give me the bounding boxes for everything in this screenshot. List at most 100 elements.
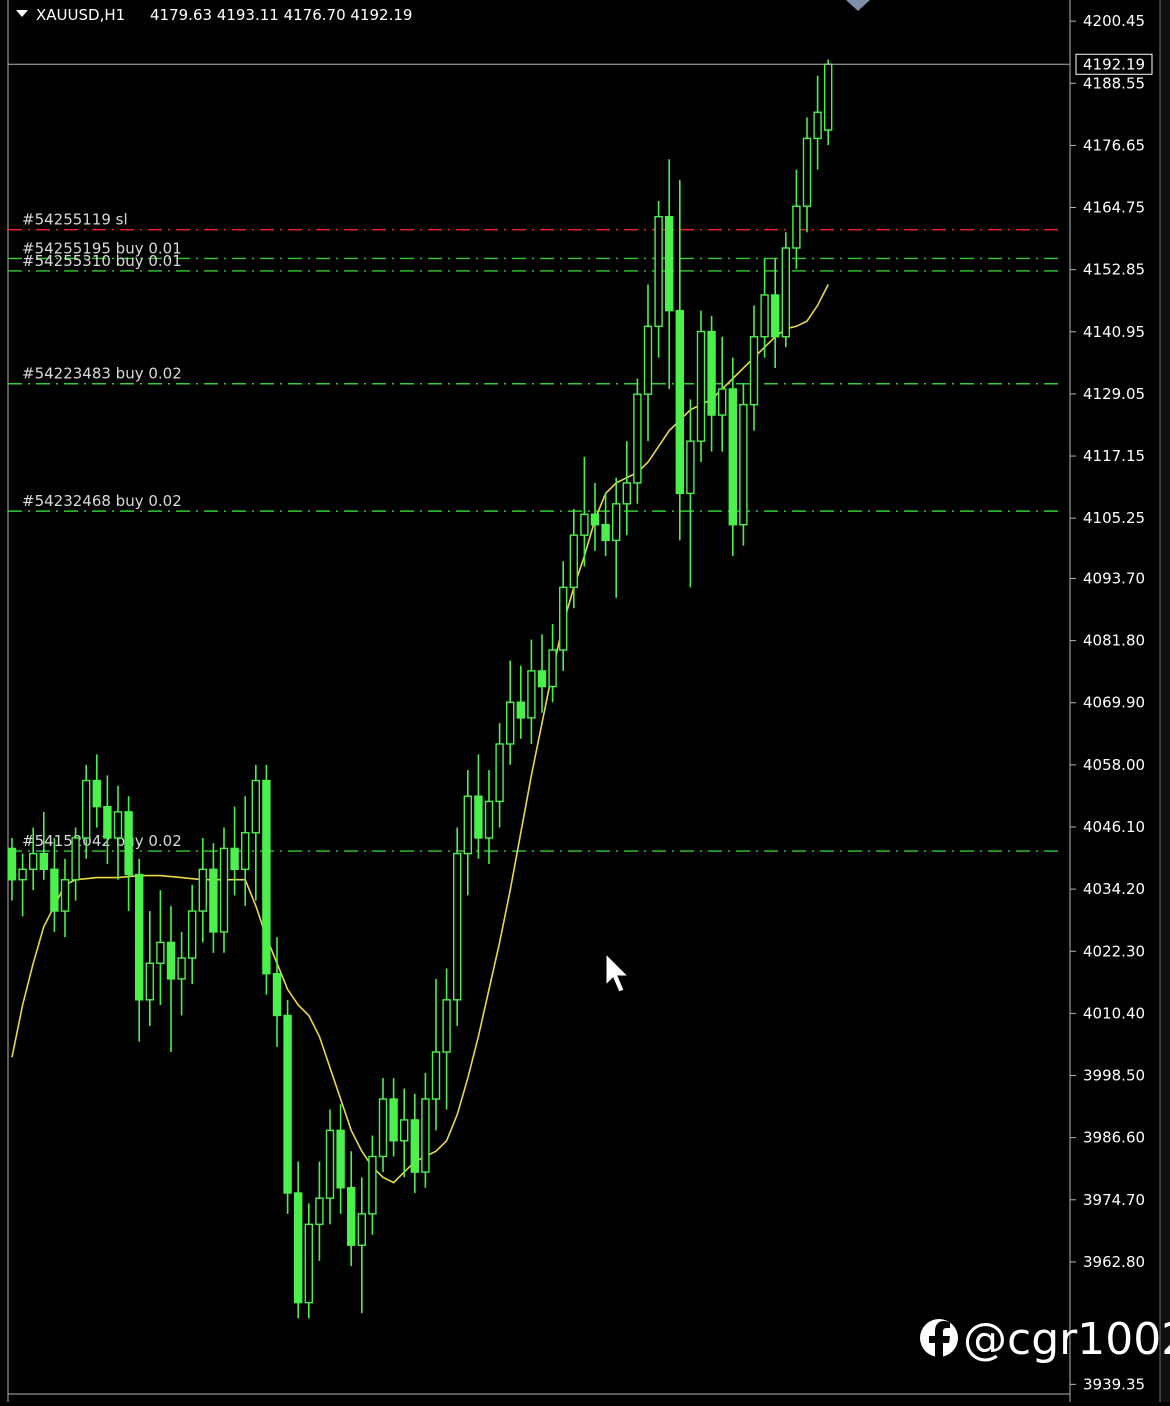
candle-body-bull	[187, 910, 197, 959]
watermark-handle: @cgr1002	[963, 1314, 1170, 1365]
candle-body-bull	[559, 586, 568, 651]
candle-body-bull	[431, 1051, 441, 1100]
candle-body-bull	[156, 941, 165, 964]
candle-body-bear	[7, 847, 17, 881]
candle-body-bear	[272, 973, 282, 1017]
price-tick-label: 4117.15	[1083, 447, 1145, 465]
candle-body-bull	[718, 388, 727, 416]
order-line-label: #54152042 buy 0.02	[22, 832, 182, 850]
candle-body-bull	[357, 1213, 366, 1246]
price-tick-label: 4022.30	[1083, 942, 1145, 960]
candle-body-bear	[166, 941, 176, 980]
right-edge-panel	[1160, 0, 1170, 1402]
price-tick-label: 4081.80	[1083, 632, 1145, 650]
order-line-label: #54232468 buy 0.02	[22, 492, 182, 510]
price-tick-label: 4010.40	[1083, 1004, 1145, 1022]
candle-body-bull	[442, 999, 451, 1053]
candle-body-bull	[18, 868, 27, 881]
price-chart[interactable]: #54255119 sl#54255195 buy 0.01#54255310 …	[0, 0, 1170, 1402]
candle-body-bull	[60, 879, 70, 912]
candle-body-bear	[262, 779, 271, 975]
candle-body-bear	[124, 811, 133, 876]
candle-body-bull	[421, 1098, 430, 1173]
order-line-label: #54255310 buy 0.01	[22, 252, 182, 270]
candle-body-bear	[92, 779, 102, 808]
candle-body-bear	[39, 852, 48, 870]
candle-body-bear	[347, 1187, 356, 1246]
candle-body-bull	[71, 837, 80, 881]
candle-body-bull	[506, 701, 515, 745]
candle-body-bear	[537, 670, 547, 688]
candle-body-bull	[495, 743, 504, 803]
candle-body-bull	[792, 205, 801, 249]
candle-body-bull	[251, 779, 261, 834]
price-tick-label: 4046.10	[1083, 818, 1145, 836]
candle-body-bull	[219, 847, 229, 933]
candle-body-bear	[601, 524, 610, 542]
price-tick-label: 4164.75	[1083, 199, 1145, 217]
candle-body-bear	[590, 513, 600, 526]
candle-body-bull	[400, 1119, 409, 1142]
candle	[739, 383, 748, 546]
candle-body-bull	[749, 336, 759, 406]
candle	[262, 764, 271, 995]
candle-body-bull	[463, 795, 472, 855]
ohlc-readout: 4179.63 4193.11 4176.70 4192.19	[150, 6, 412, 24]
candle-body-bull	[145, 962, 155, 1001]
candle-body-bear	[50, 868, 59, 912]
price-tick-label: 4152.85	[1083, 261, 1145, 279]
candle-body-bear	[675, 309, 684, 495]
candle-body-bull	[484, 800, 494, 839]
chart-window[interactable]: #54255119 sl #54255195 buy 0.01 #54255310 …	[0, 0, 1170, 1402]
symbol-timeframe: XAUUSD,H1	[36, 6, 125, 24]
candle-body-bull	[622, 482, 631, 505]
candle	[781, 232, 790, 348]
candle-body-bull	[304, 1223, 313, 1304]
price-tick-label: 4034.20	[1083, 880, 1145, 898]
candle-body-bull	[612, 503, 621, 542]
candle-body-bull	[654, 215, 663, 328]
candle	[453, 827, 462, 1026]
candle-body-bull	[198, 868, 208, 912]
price-tick-label: 4093.70	[1083, 569, 1145, 587]
candle-body-bear	[707, 330, 716, 416]
candle-body-bull	[177, 957, 186, 980]
candle	[283, 999, 292, 1214]
candle-body-bull	[802, 137, 812, 207]
price-tick-label: 3974.70	[1083, 1191, 1145, 1209]
candle-body-bear	[771, 294, 780, 338]
candle-body-bull	[453, 852, 462, 1001]
candle-body-bear	[474, 795, 483, 839]
candle-body-bear	[283, 1014, 292, 1194]
candle-body-bear	[103, 805, 112, 839]
candle-body-bull	[368, 1155, 377, 1215]
candle-body-bear	[728, 388, 737, 526]
candle-body-bull	[813, 111, 822, 140]
candle-body-bull	[760, 294, 769, 338]
candle-body-bear	[134, 873, 144, 1001]
candle-body-bull	[633, 393, 642, 484]
candle-body-bull	[739, 403, 748, 526]
candle	[696, 310, 706, 463]
candle-body-bull	[315, 1197, 324, 1226]
candle-body-bear	[336, 1129, 345, 1189]
price-tick-label: 3962.80	[1083, 1253, 1145, 1271]
candle-body-bull	[548, 649, 557, 688]
candle-body-bear	[209, 868, 218, 933]
chart-background	[0, 0, 1170, 1402]
candle-body-bull	[113, 811, 123, 839]
candle-body-bull	[824, 63, 833, 131]
order-line-label: #54255119 sl	[22, 211, 128, 229]
price-tick-label: 4140.95	[1083, 323, 1145, 341]
candle-body-bull	[696, 330, 706, 442]
price-tick-label: 4058.00	[1083, 756, 1145, 774]
candle-body-bull	[527, 670, 536, 719]
current-price-label: 4192.19	[1083, 55, 1145, 73]
order-line-label: #54223483 buy 0.02	[22, 365, 182, 383]
price-tick-label: 4200.45	[1083, 12, 1145, 30]
candle-body-bull	[781, 247, 790, 338]
candle-body-bull	[325, 1129, 335, 1199]
candle-body-bear	[410, 1119, 419, 1173]
price-tick-label: 4188.55	[1083, 74, 1145, 92]
candle-body-bull	[686, 440, 695, 495]
